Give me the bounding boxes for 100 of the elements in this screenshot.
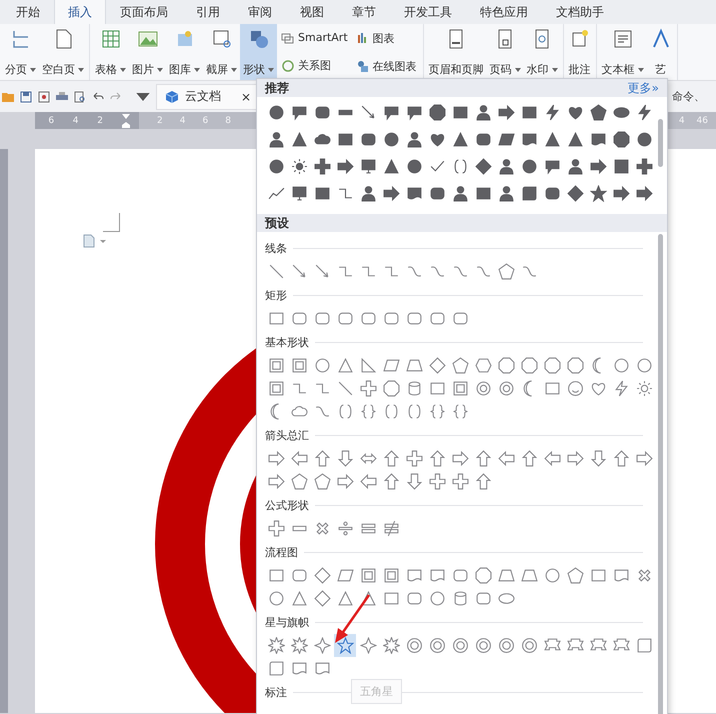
up-arrow-icon[interactable]: [428, 450, 446, 467]
speech-bubble-icon[interactable]: [544, 158, 560, 175]
rounded-rectangle-icon[interactable]: [290, 310, 308, 327]
rectangle-icon[interactable]: [544, 380, 560, 397]
rectangle-icon[interactable]: [452, 104, 468, 121]
trapezoid-icon[interactable]: [498, 567, 514, 584]
ribbon-tab[interactable]: 特色应用: [466, 0, 542, 24]
bracket-icon[interactable]: [406, 403, 422, 420]
pentagon-icon[interactable]: [290, 473, 308, 490]
scrollbar-thumb[interactable]: [658, 234, 663, 714]
rounded-rectangle-icon[interactable]: [474, 590, 492, 607]
circle-icon[interactable]: [268, 590, 284, 607]
rectangle-icon[interactable]: [336, 131, 354, 148]
circle-icon[interactable]: [268, 158, 284, 175]
left-arrow-icon[interactable]: [498, 450, 514, 467]
ribbon-button[interactable]: 在线图表: [356, 58, 417, 74]
diamond-icon[interactable]: [428, 357, 446, 374]
export-icon[interactable]: [38, 90, 50, 102]
folder-icon[interactable]: [2, 90, 14, 102]
monitor-icon[interactable]: [290, 185, 308, 202]
rounded-rectangle-icon[interactable]: [336, 310, 354, 327]
ribbon-tab[interactable]: 开发工具: [390, 0, 466, 24]
trapezoid-icon[interactable]: [520, 567, 538, 584]
wave-icon[interactable]: [590, 131, 606, 148]
speech-bubble-icon[interactable]: [382, 104, 400, 121]
double-arrow-icon[interactable]: [360, 450, 376, 467]
up-arrow-icon[interactable]: [474, 473, 492, 490]
lightning-icon[interactable]: [612, 380, 630, 397]
rounded-rectangle-icon[interactable]: [406, 310, 422, 327]
frame-icon[interactable]: [268, 380, 284, 397]
ribbon-button[interactable]: 文本框: [598, 24, 647, 80]
rectangle-icon[interactable]: [268, 567, 284, 584]
command-search-field[interactable]: 命令、: [672, 90, 716, 103]
wave-icon[interactable]: [406, 185, 422, 202]
rounded-rectangle-icon[interactable]: [314, 310, 330, 327]
ribbon-button[interactable]: 图库: [166, 24, 203, 80]
monitor-icon[interactable]: [360, 158, 376, 175]
rounded-rectangle-icon[interactable]: [406, 590, 422, 607]
close-button[interactable]: ×: [241, 90, 252, 104]
person-icon[interactable]: [498, 158, 514, 175]
triangle-icon[interactable]: [290, 590, 308, 607]
parallelogram-icon[interactable]: [382, 357, 400, 374]
ribbon-tab[interactable]: 章节: [338, 0, 390, 24]
circle-icon[interactable]: [268, 104, 284, 121]
up-arrow-icon[interactable]: [382, 473, 400, 490]
person-icon[interactable]: [566, 158, 584, 175]
heart-icon[interactable]: [590, 380, 606, 397]
hexagon-icon[interactable]: [474, 357, 492, 374]
brace-icon[interactable]: [360, 403, 376, 420]
circle-icon[interactable]: [428, 590, 446, 607]
frame-icon[interactable]: [360, 567, 376, 584]
ribbon-button[interactable]: 页码: [486, 24, 524, 80]
person-icon[interactable]: [474, 104, 492, 121]
rectangle-icon[interactable]: [520, 104, 538, 121]
not-equal-icon[interactable]: [382, 520, 400, 537]
ellipse-icon[interactable]: [498, 590, 514, 607]
triangle-icon[interactable]: [336, 590, 354, 607]
scrollbar-thumb[interactable]: [658, 119, 663, 167]
cylinder-icon[interactable]: [452, 590, 468, 607]
ribbon-tab[interactable]: 开始: [2, 0, 54, 24]
right-arrow-icon[interactable]: [612, 185, 630, 202]
cylinder-icon[interactable]: [406, 380, 422, 397]
up-arrow-icon[interactable]: [474, 450, 492, 467]
triangle-icon[interactable]: [544, 131, 560, 148]
up-arrow-icon[interactable]: [314, 450, 330, 467]
down-arrow-icon[interactable]: [336, 450, 354, 467]
rounded-rectangle-icon[interactable]: [428, 185, 446, 202]
right-triangle-icon[interactable]: [360, 357, 376, 374]
triangle-icon[interactable]: [290, 131, 308, 148]
right-arrow-icon[interactable]: [268, 450, 284, 467]
right-arrow-icon[interactable]: [382, 185, 400, 202]
arrow-line-icon[interactable]: [314, 263, 330, 280]
rectangle-icon[interactable]: [382, 590, 400, 607]
right-arrow-icon[interactable]: [452, 450, 468, 467]
save-icon[interactable]: [20, 90, 32, 102]
rectangle-icon[interactable]: [474, 185, 492, 202]
ribbon-button[interactable]: 艺: [646, 24, 675, 80]
paste-options-icon[interactable]: [83, 234, 109, 248]
rounded-rectangle-icon[interactable]: [452, 310, 468, 327]
rounded-rectangle-icon[interactable]: [382, 310, 400, 327]
bracket-icon[interactable]: [382, 403, 400, 420]
ribbon-tab[interactable]: 引用: [182, 0, 234, 24]
pentagon-icon[interactable]: [452, 357, 468, 374]
heart-icon[interactable]: [566, 104, 584, 121]
circle-icon[interactable]: [314, 357, 330, 374]
sun-icon[interactable]: [290, 158, 308, 175]
person-icon[interactable]: [360, 185, 376, 202]
cross-icon[interactable]: [406, 450, 422, 467]
left-arrow-icon[interactable]: [290, 450, 308, 467]
right-arrow-icon[interactable]: [268, 473, 284, 490]
cross-icon[interactable]: [268, 520, 284, 537]
wave-icon[interactable]: [406, 567, 422, 584]
ribbon-button[interactable]: 页眉和页脚: [426, 24, 487, 80]
ribbon-button[interactable]: 批注: [566, 24, 594, 80]
brace-icon[interactable]: [452, 403, 468, 420]
triangle-icon[interactable]: [382, 158, 400, 175]
rectangle-icon[interactable]: [428, 380, 446, 397]
rounded-rectangle-icon[interactable]: [428, 310, 446, 327]
brace-icon[interactable]: [428, 403, 446, 420]
ribbon-tab[interactable]: 页面布局: [106, 0, 182, 24]
